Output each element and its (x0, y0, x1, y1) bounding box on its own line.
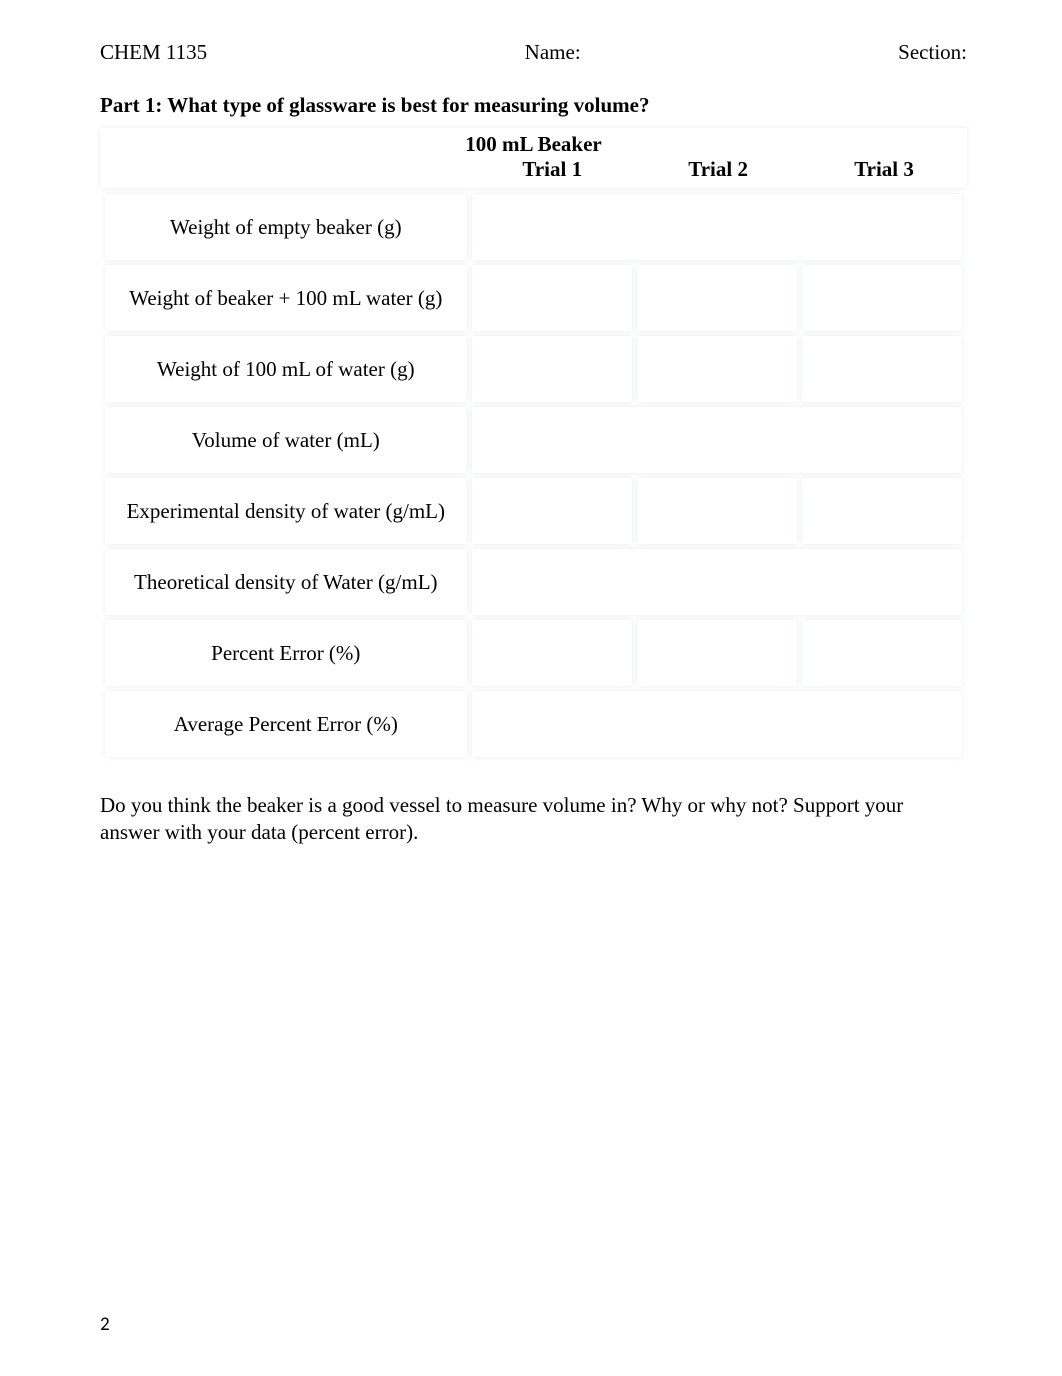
blank-header-cell (100, 157, 469, 182)
row-label-beaker-plus-water: Weight of beaker + 100 mL water (g) (105, 265, 467, 331)
part-title: Part 1: What type of glassware is best f… (100, 93, 967, 118)
cell-r2-t3[interactable] (802, 265, 962, 331)
table-row: Weight of beaker + 100 mL water (g) (105, 265, 962, 331)
table-row: Volume of water (mL) (105, 407, 962, 473)
col-header-trial1: Trial 1 (469, 157, 635, 182)
cell-r2-t2[interactable] (637, 265, 797, 331)
cell-r5-t1[interactable] (472, 478, 632, 544)
page-header: CHEM 1135 Name: Section: (100, 40, 967, 65)
cell-volume-wide[interactable] (472, 407, 962, 473)
data-table: Weight of empty beaker (g) Weight of bea… (100, 189, 967, 762)
cell-theo-density-wide[interactable] (472, 549, 962, 615)
cell-r7-t1[interactable] (472, 620, 632, 686)
cell-r3-t1[interactable] (472, 336, 632, 402)
cell-empty-beaker-wide[interactable] (472, 194, 962, 260)
cell-r7-t2[interactable] (637, 620, 797, 686)
row-label-water-weight: Weight of 100 mL of water (g) (105, 336, 467, 402)
course-code: CHEM 1135 (100, 40, 207, 65)
row-label-exp-density: Experimental density of water (g/mL) (105, 478, 467, 544)
table-header-block: 100 mL Beaker Trial 1 Trial 2 Trial 3 (100, 128, 967, 188)
cell-r3-t3[interactable] (802, 336, 962, 402)
row-label-percent-error: Percent Error (%) (105, 620, 467, 686)
row-label-theo-density: Theoretical density of Water (g/mL) (105, 549, 467, 615)
cell-r5-t3[interactable] (802, 478, 962, 544)
cell-r2-t1[interactable] (472, 265, 632, 331)
row-label-empty-beaker: Weight of empty beaker (g) (105, 194, 467, 260)
table-row: Weight of 100 mL of water (g) (105, 336, 962, 402)
table-column-headers: Trial 1 Trial 2 Trial 3 (100, 157, 967, 182)
col-header-trial2: Trial 2 (635, 157, 801, 182)
cell-avg-error-wide[interactable] (472, 691, 962, 757)
table-row: Theoretical density of Water (g/mL) (105, 549, 962, 615)
page-number: 2 (100, 1313, 110, 1336)
section-label: Section: (898, 40, 967, 65)
table-row: Weight of empty beaker (g) (105, 194, 962, 260)
row-label-avg-percent-error: Average Percent Error (%) (105, 691, 467, 757)
name-label: Name: (525, 40, 581, 65)
col-header-trial3: Trial 3 (801, 157, 967, 182)
question-text: Do you think the beaker is a good vessel… (100, 792, 967, 847)
cell-r3-t2[interactable] (637, 336, 797, 402)
row-label-volume: Volume of water (mL) (105, 407, 467, 473)
table-row: Percent Error (%) (105, 620, 962, 686)
table-title: 100 mL Beaker (100, 132, 967, 157)
cell-r7-t3[interactable] (802, 620, 962, 686)
table-row: Experimental density of water (g/mL) (105, 478, 962, 544)
cell-r5-t2[interactable] (637, 478, 797, 544)
table-row: Average Percent Error (%) (105, 691, 962, 757)
